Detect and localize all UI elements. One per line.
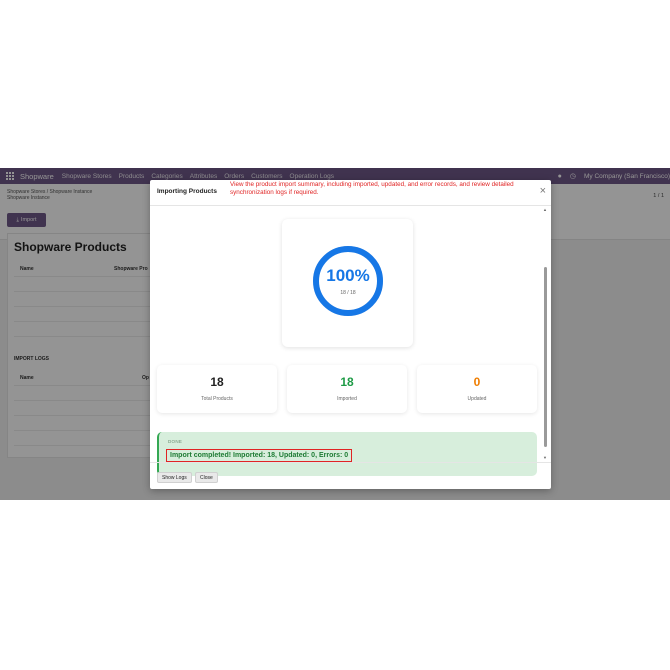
stat-value: 18 <box>340 375 354 389</box>
dialog-title: Importing Products <box>157 188 217 195</box>
result-message: Import completed! Imported: 18, Updated:… <box>166 449 353 462</box>
dialog-header: Importing Products View the product impo… <box>150 180 551 206</box>
scroll-up-icon[interactable]: ▲ <box>543 207 547 212</box>
stat-card-total: 18 Total Products <box>157 365 277 413</box>
stat-card-imported: 18 Imported <box>287 365 407 413</box>
status-badge: DONE <box>168 439 183 444</box>
stat-label: Imported <box>337 396 357 402</box>
progress-percent: 100% <box>326 266 370 285</box>
dialog-scrollbar[interactable]: ▲ ▼ <box>543 207 548 462</box>
show-logs-button[interactable]: Show Logs <box>157 472 192 483</box>
dialog-body: 100% 18 / 18 18 Total Products 18 Import… <box>150 207 551 476</box>
dialog-footer: Show Logs Close <box>150 462 551 489</box>
app-window: Shopware Shopware Stores Products Catego… <box>0 168 670 500</box>
stat-label: Total Products <box>201 396 233 402</box>
stat-value: 18 <box>210 375 224 389</box>
progress-ring: 100% 18 / 18 <box>312 245 384 317</box>
close-icon[interactable]: × <box>540 185 546 197</box>
import-dialog: Importing Products View the product impo… <box>150 180 551 489</box>
scroll-down-icon[interactable]: ▼ <box>543 455 547 460</box>
stat-card-updated: 0 Updated <box>417 365 537 413</box>
stat-label: Updated <box>467 396 487 402</box>
scrollbar-thumb[interactable] <box>544 267 547 447</box>
close-button[interactable]: Close <box>195 472 218 483</box>
annotation-note: View the product import summary, includi… <box>230 181 514 196</box>
stat-value: 0 <box>473 375 481 389</box>
progress-fraction: 18 / 18 <box>340 290 356 296</box>
progress-card: 100% 18 / 18 <box>282 219 413 347</box>
